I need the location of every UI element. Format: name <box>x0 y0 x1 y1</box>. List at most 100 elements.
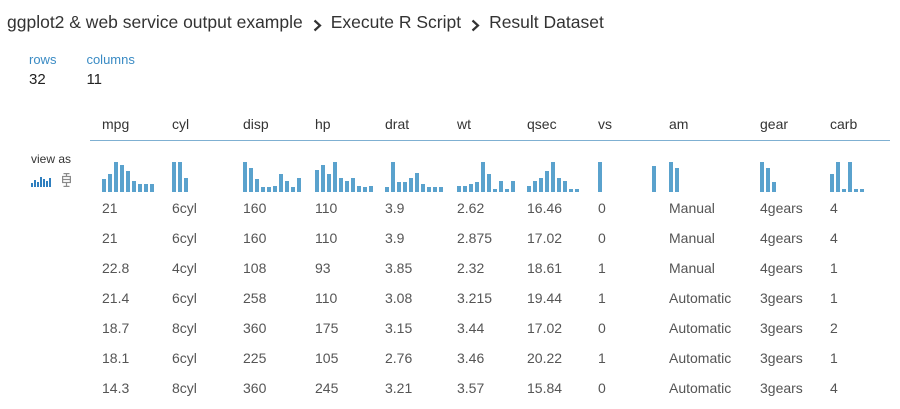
histogram-bar <box>397 182 401 192</box>
cell-gear: 3gears <box>760 290 803 306</box>
table-row: 14.3 8cyl 360 245 3.21 3.57 15.84 0 Automatic 3ge… <box>90 373 890 403</box>
breadcrumb: ggplot2 & web service output example Exe… <box>7 10 604 34</box>
histogram-bar <box>499 181 503 192</box>
cell-mpg: 18.1 <box>102 350 130 366</box>
histogram-bar <box>421 184 425 192</box>
cell-gear: 3gears <box>760 380 803 396</box>
column-header-mpg[interactable]: mpg <box>102 116 129 132</box>
cell-am: Automatic <box>669 290 732 306</box>
column-header-am[interactable]: am <box>669 116 688 132</box>
cell-carb: 1 <box>830 350 838 366</box>
histogram-bar <box>563 181 567 192</box>
cell-qsec: 17.02 <box>527 230 563 246</box>
histogram-bar <box>114 162 118 192</box>
histogram-bar <box>539 178 543 192</box>
column-header-carb[interactable]: carb <box>830 116 857 132</box>
histogram-bar <box>357 186 361 192</box>
histogram-bar <box>339 178 343 192</box>
column-header-drat[interactable]: drat <box>385 116 409 132</box>
histogram-bar <box>172 162 176 192</box>
cell-drat: 3.21 <box>385 380 413 396</box>
chevron-right-icon <box>471 16 480 31</box>
histogram-bar <box>493 189 497 192</box>
histogram-bar <box>267 187 271 192</box>
data-rows: 21 6cyl 160 110 3.9 2.62 16.46 0 Manual 4gears 4 21… <box>90 193 890 403</box>
histogram-bar <box>184 178 188 192</box>
cell-vs: 1 <box>598 350 606 366</box>
cell-carb: 4 <box>830 200 838 216</box>
histogram-bar <box>345 181 349 192</box>
column-header-gear[interactable]: gear <box>760 116 788 132</box>
cell-mpg: 22.8 <box>102 260 130 276</box>
cell-vs: 1 <box>598 260 606 276</box>
column-histogram-wt[interactable] <box>457 160 517 192</box>
histogram-bar <box>297 178 301 192</box>
histogram-icon[interactable] <box>31 175 53 187</box>
rows-label: rows <box>29 52 57 67</box>
column-histogram-mpg[interactable] <box>102 160 162 192</box>
histogram-bar <box>511 181 515 192</box>
histogram-bar <box>598 162 602 192</box>
column-histogram-cyl[interactable] <box>172 160 232 192</box>
column-header-wt[interactable]: wt <box>457 116 471 132</box>
column-histogram-vs[interactable] <box>598 160 658 192</box>
cell-disp: 160 <box>243 200 267 216</box>
histogram-bar <box>533 181 537 192</box>
cell-drat: 2.76 <box>385 350 413 366</box>
column-header-hp[interactable]: hp <box>315 116 331 132</box>
cell-carb: 1 <box>830 260 838 276</box>
histogram-bar <box>469 184 473 192</box>
cell-hp: 175 <box>315 320 339 336</box>
cell-am: Manual <box>669 230 715 246</box>
column-header-vs[interactable]: vs <box>598 116 612 132</box>
column-histogram-disp[interactable] <box>243 160 303 192</box>
cell-qsec: 17.02 <box>527 320 563 336</box>
histogram-bar <box>415 173 419 192</box>
histogram-bar <box>854 189 858 192</box>
cell-hp: 93 <box>315 260 331 276</box>
cell-hp: 245 <box>315 380 339 396</box>
histogram-bar <box>243 162 247 192</box>
breadcrumb-module[interactable]: Execute R Script <box>331 12 461 33</box>
cell-am: Automatic <box>669 380 732 396</box>
cell-am: Manual <box>669 260 715 276</box>
cell-carb: 4 <box>830 380 838 396</box>
cell-drat: 3.15 <box>385 320 413 336</box>
histogram-bar <box>363 187 367 192</box>
histogram-bar <box>120 165 124 192</box>
cell-wt: 3.44 <box>457 320 485 336</box>
cell-gear: 3gears <box>760 320 803 336</box>
column-histogram-carb[interactable] <box>830 160 890 192</box>
column-histogram-qsec[interactable] <box>527 160 587 192</box>
column-header-cyl[interactable]: cyl <box>172 116 189 132</box>
histogram-bar <box>385 187 389 192</box>
histogram-bar <box>760 162 764 192</box>
histogram-bar <box>433 187 437 192</box>
cell-cyl: 8cyl <box>172 320 197 336</box>
column-histogram-gear[interactable] <box>760 160 820 192</box>
column-histogram-am[interactable] <box>669 160 729 192</box>
view-as-panel: view as <box>31 152 81 187</box>
column-header-qsec[interactable]: qsec <box>527 116 557 132</box>
column-histogram-drat[interactable] <box>385 160 445 192</box>
cell-vs: 0 <box>598 380 606 396</box>
boxplot-icon[interactable] <box>62 173 71 187</box>
histogram-bar <box>321 165 325 192</box>
cell-disp: 108 <box>243 260 267 276</box>
column-header-disp[interactable]: disp <box>243 116 269 132</box>
dataset-grid: mpg cyl disp hp drat wt qsec vs am gear carb 21 6cy… <box>90 113 890 403</box>
cell-hp: 105 <box>315 350 339 366</box>
cell-wt: 3.215 <box>457 290 493 306</box>
histogram-bar <box>178 162 182 192</box>
cell-carb: 4 <box>830 230 838 246</box>
cell-qsec: 15.84 <box>527 380 563 396</box>
cell-hp: 110 <box>315 290 338 306</box>
histogram-bar <box>557 178 561 192</box>
columns-stat: columns 11 <box>86 52 134 90</box>
breadcrumb-experiment[interactable]: ggplot2 & web service output example <box>7 12 303 33</box>
cell-gear: 4gears <box>760 200 803 216</box>
column-histogram-hp[interactable] <box>315 160 375 192</box>
column-header-row: mpg cyl disp hp drat wt qsec vs am gear carb <box>90 113 890 141</box>
cell-disp: 258 <box>243 290 267 306</box>
histogram-bar <box>273 186 277 192</box>
